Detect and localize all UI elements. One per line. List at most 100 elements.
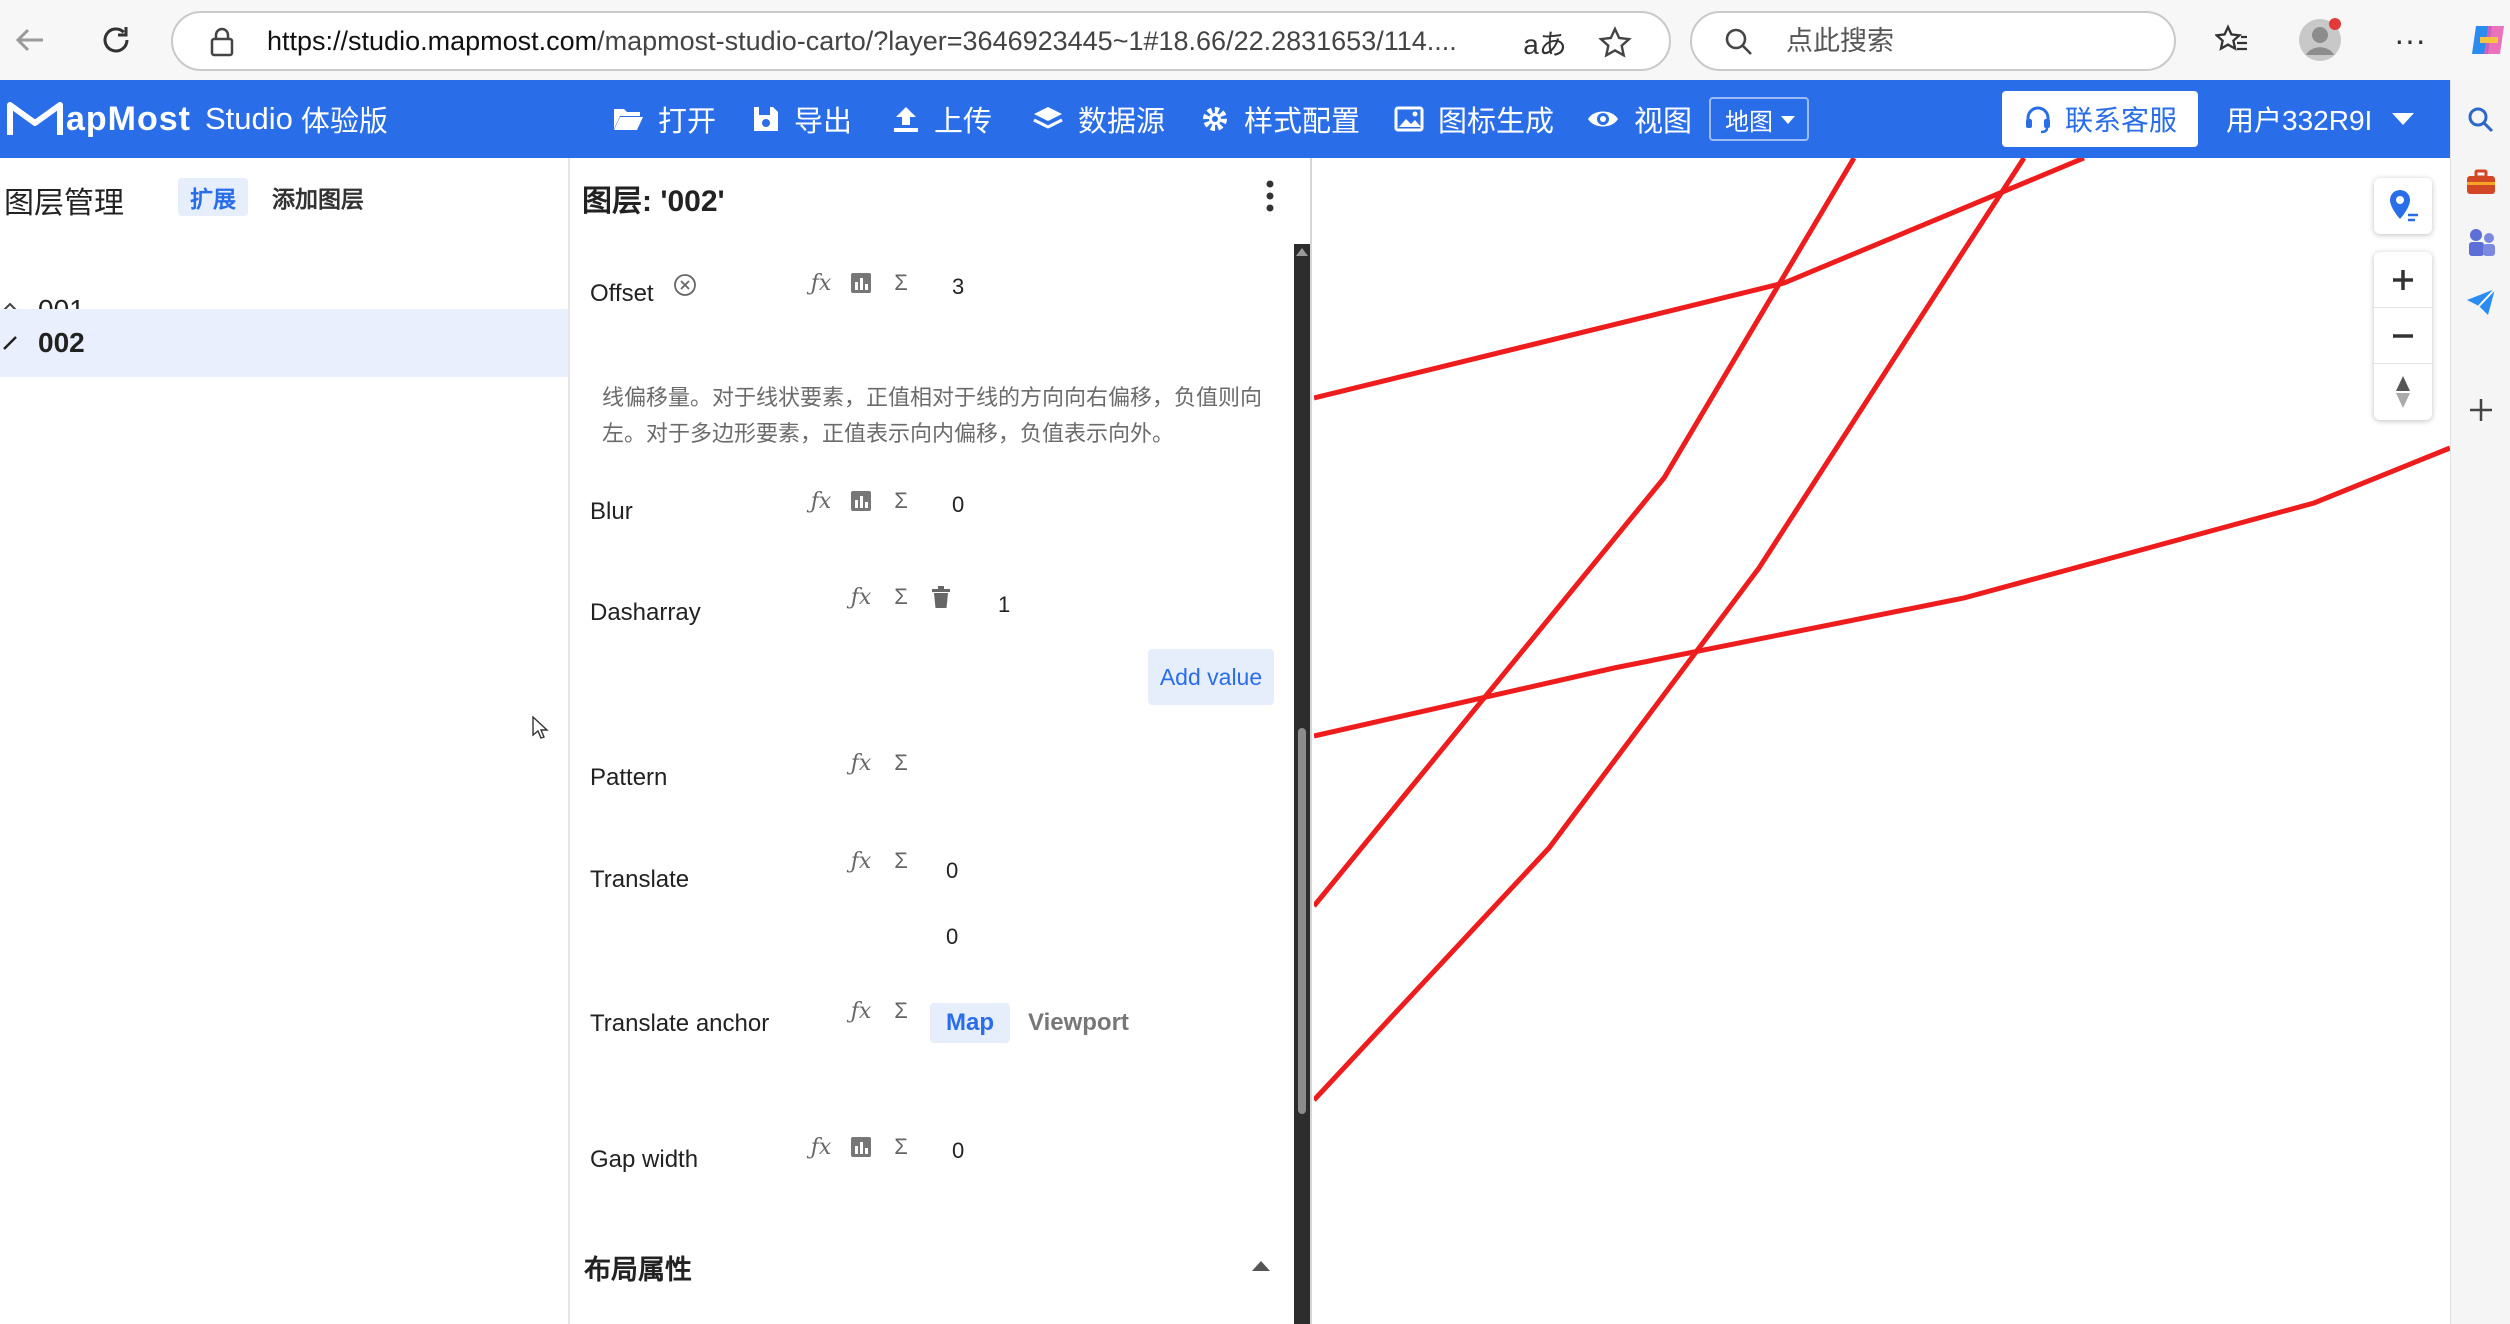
logo-studio: Studio xyxy=(205,101,293,136)
browser-sidebar xyxy=(2450,80,2510,1324)
data-driven-icon[interactable] xyxy=(848,270,874,296)
sidebar-tools-icon[interactable] xyxy=(2461,162,2501,202)
function-icon[interactable]: ƒx xyxy=(848,848,874,874)
profile-icon[interactable] xyxy=(2296,16,2344,64)
favorites-icon[interactable] xyxy=(2212,20,2252,60)
gear-icon xyxy=(1203,107,1227,131)
open-button[interactable]: 打开 xyxy=(612,80,716,158)
expression-icon[interactable]: Σ xyxy=(888,998,914,1024)
expression-icon[interactable]: Σ xyxy=(888,848,914,874)
sidebar-send-icon[interactable] xyxy=(2461,282,2501,322)
save-icon xyxy=(754,107,778,131)
sidebar-add-icon[interactable] xyxy=(2461,390,2501,430)
add-value-button[interactable]: Add value xyxy=(1148,649,1274,705)
translate-y-value[interactable]: 0 xyxy=(946,924,958,950)
map-lines xyxy=(1314,158,2450,1102)
address-bar[interactable]: https://studio.mapmost.com/mapmost-studi… xyxy=(171,11,1671,71)
scroll-up-arrow-icon[interactable] xyxy=(1296,248,1308,256)
function-icon[interactable]: ƒx xyxy=(848,584,874,610)
compass-icon[interactable] xyxy=(2374,364,2432,420)
style-config-button[interactable]: 样式配置 xyxy=(1200,80,1360,158)
app-navbar: apMost Studio 体验版 打开 导出 上传 数据源 样式配置 图标生成… xyxy=(0,80,2450,158)
search-icon xyxy=(1720,23,1758,61)
export-button[interactable]: 导出 xyxy=(752,80,852,158)
location-icon[interactable] xyxy=(2374,178,2432,234)
properties-scroll-thumb[interactable] xyxy=(1298,728,1306,1114)
function-icon[interactable]: ƒx xyxy=(848,998,874,1024)
function-icon[interactable]: ƒx xyxy=(808,270,834,296)
data-driven-icon[interactable] xyxy=(848,1134,874,1160)
sidebar-search-icon[interactable] xyxy=(2461,100,2501,140)
refresh-icon[interactable] xyxy=(96,20,136,60)
expand-button[interactable]: 扩展 xyxy=(178,178,248,216)
contact-support-button[interactable]: 联系客服 xyxy=(2002,91,2198,147)
map-canvas[interactable] xyxy=(1314,158,2450,1324)
sidebar-games-icon[interactable] xyxy=(2461,222,2501,262)
pattern-label: Pattern xyxy=(590,764,668,791)
translate-anchor-label: Translate anchor xyxy=(590,1010,770,1037)
view-button[interactable]: 视图 xyxy=(1586,80,1692,158)
layout-properties-section[interactable]: 布局属性 xyxy=(584,1248,692,1287)
copilot-icon[interactable] xyxy=(2466,18,2510,62)
more-vertical-icon[interactable] xyxy=(1260,176,1280,216)
view-label: 视图 xyxy=(1634,106,1693,138)
blur-value[interactable]: 0 xyxy=(952,492,964,518)
layer-item-name: 002 xyxy=(38,327,85,358)
layer-properties-title: 图层: '002' xyxy=(582,185,725,218)
expression-icon[interactable]: Σ xyxy=(888,1134,914,1160)
map-line xyxy=(1314,445,2450,739)
add-layer-button[interactable]: 添加图层 xyxy=(272,178,364,216)
translate-icon[interactable]: aあ xyxy=(1523,21,1567,65)
upload-button[interactable]: 上传 xyxy=(892,80,992,158)
more-icon[interactable]: ··· xyxy=(2390,20,2430,60)
layers-stack-icon xyxy=(1033,107,1063,129)
zoom-control xyxy=(2374,252,2432,420)
offset-description: 线偏移量。对于线状要素，正值相对于线的方向向右偏移，负值则向左。对于多边形要素，… xyxy=(602,385,1263,446)
data-source-button[interactable]: 数据源 xyxy=(1032,80,1165,158)
logo-badge: 体验版 xyxy=(300,106,388,138)
offset-value[interactable]: 3 xyxy=(952,274,964,300)
favorite-star-icon[interactable] xyxy=(1593,21,1637,65)
layer-panel-title: 图层管理 xyxy=(4,187,124,220)
upload-label: 上传 xyxy=(934,106,993,138)
data-driven-icon[interactable] xyxy=(848,488,874,514)
browser-search-box[interactable]: 点此搜索 xyxy=(1690,11,2176,71)
site-info-icon[interactable] xyxy=(203,23,241,61)
gap-width-value[interactable]: 0 xyxy=(952,1138,964,1164)
url-host: https://studio.mapmost.com xyxy=(267,26,598,56)
translate-label: Translate xyxy=(590,866,690,893)
data-source-label: 数据源 xyxy=(1078,106,1166,138)
expression-icon[interactable]: Σ xyxy=(888,750,914,776)
user-menu[interactable]: 用户332R9I xyxy=(2226,80,2415,158)
logo-m-icon xyxy=(7,102,63,135)
user-name: 用户332R9I xyxy=(2226,105,2373,136)
location-control[interactable] xyxy=(2374,178,2432,234)
view-mode-select[interactable]: 地图 xyxy=(1709,97,1809,141)
icon-generate-button[interactable]: 图标生成 xyxy=(1394,80,1554,158)
dasharray-value[interactable]: 1 xyxy=(998,592,1010,618)
translate-x-value[interactable]: 0 xyxy=(946,858,958,884)
function-icon[interactable]: ƒx xyxy=(808,1134,834,1160)
function-icon[interactable]: ƒx xyxy=(808,488,834,514)
search-placeholder: 点此搜索 xyxy=(1786,26,1894,56)
mapmost-logo[interactable]: apMost Studio 体验版 xyxy=(6,96,388,142)
back-icon[interactable] xyxy=(10,20,50,60)
collapse-caret-icon[interactable] xyxy=(1252,1261,1270,1271)
expression-icon[interactable]: Σ xyxy=(888,270,914,296)
layer-item-002[interactable]: 002 xyxy=(0,309,568,377)
trash-icon[interactable] xyxy=(928,584,954,610)
map-line xyxy=(1314,158,1857,908)
function-icon[interactable]: ƒx xyxy=(848,750,874,776)
zoom-out-icon[interactable] xyxy=(2374,308,2432,364)
expression-icon[interactable]: Σ xyxy=(888,584,914,610)
anchor-option-viewport[interactable]: Viewport xyxy=(1028,1003,1129,1043)
expression-icon[interactable]: Σ xyxy=(888,488,914,514)
icon-generate-label: 图标生成 xyxy=(1438,106,1555,138)
clear-circle-icon[interactable] xyxy=(672,272,698,298)
zoom-in-icon[interactable] xyxy=(2374,252,2432,308)
contact-support-label: 联系客服 xyxy=(2064,105,2177,136)
layer-management-panel: 图层管理 扩展 添加图层 001 002 xyxy=(0,158,570,1324)
anchor-option-map[interactable]: Map xyxy=(930,1003,1010,1043)
folder-open-icon xyxy=(614,109,643,130)
style-config-label: 样式配置 xyxy=(1244,106,1361,138)
